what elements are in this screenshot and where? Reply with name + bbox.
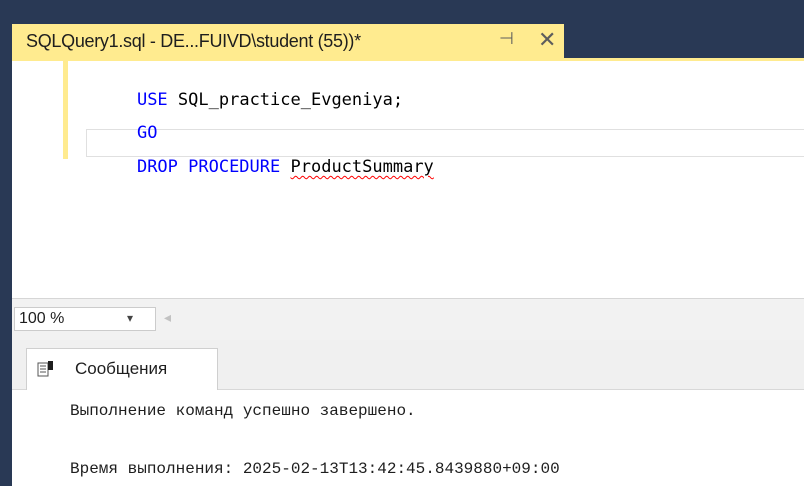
zoom-select[interactable]: 100 % ▾ (14, 307, 156, 331)
results-pane: Сообщения Выполнение команд успешно заве… (12, 340, 804, 486)
message-line: Выполнение команд успешно завершено. (70, 402, 416, 420)
document-tab-title: SQLQuery1.sql - DE...FUIVD\student (55))… (26, 30, 361, 51)
tab-messages-label: Сообщения (75, 359, 168, 378)
pin-icon[interactable]: ⊣ (499, 29, 514, 49)
tab-messages[interactable]: Сообщения (26, 348, 218, 390)
results-tab-strip: Сообщения (12, 340, 804, 390)
sql-keyword: DROP PROCEDURE (136, 157, 281, 177)
zoom-value: 100 % (19, 310, 65, 327)
scroll-left-icon[interactable]: ◂ (164, 309, 171, 326)
change-tracking-bar (63, 61, 68, 159)
tab-strip-empty (564, 24, 804, 58)
editor-status-bar: 100 % ▾ ◂ (12, 298, 804, 340)
close-icon[interactable]: ✕ (538, 27, 556, 53)
window-frame-left (0, 0, 12, 486)
sql-identifier: SQL_practice_Evgeniya; (177, 90, 404, 110)
message-line: Время выполнения: 2025-02-13T13:42:45.84… (70, 460, 560, 478)
sql-identifier-error: ProductSummary (290, 157, 434, 177)
chevron-down-icon[interactable]: ▾ (127, 311, 133, 325)
code-line-3[interactable]: DROP PROCEDURE ProductSummary (96, 131, 434, 203)
window-frame-top (12, 0, 804, 24)
query-editor[interactable]: USE SQL_practice_Evgeniya; GO DROP PROCE… (12, 61, 804, 298)
messages-icon (37, 361, 53, 377)
document-tab[interactable]: SQLQuery1.sql - DE...FUIVD\student (55))… (12, 24, 564, 58)
